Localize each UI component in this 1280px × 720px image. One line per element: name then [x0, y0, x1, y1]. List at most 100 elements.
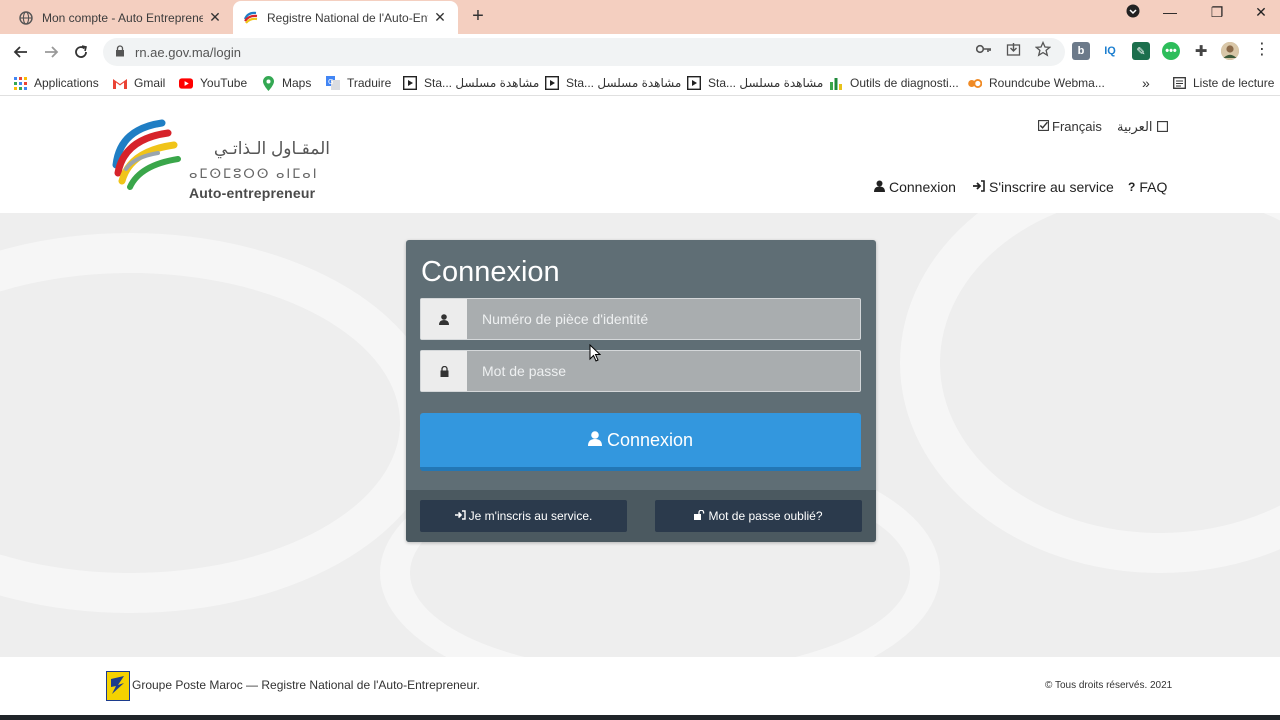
- bookmark-label: Applications: [34, 76, 99, 90]
- bookmark-youtube[interactable]: YouTube: [179, 74, 247, 92]
- background-swirl: [900, 213, 1280, 573]
- logo-latin-text: Auto-entrepreneur: [189, 185, 316, 201]
- film-icon: [545, 76, 559, 90]
- film-icon: [687, 76, 701, 90]
- more-bookmarks-button[interactable]: »: [1142, 74, 1150, 92]
- login-panel-footer: Je m'inscris au service. Mot de passe ou…: [406, 490, 876, 542]
- bookmark-gmail[interactable]: Gmail: [113, 74, 165, 92]
- site-header: المقـاول الـذاتـي ⴰⵎⵙⵎⵓⵔⵙ ⴰⵏⵎⴰⵏ Auto-ent…: [0, 97, 1280, 213]
- close-window-icon[interactable]: ✕: [1251, 4, 1271, 21]
- bookmark-maps[interactable]: Maps: [261, 74, 311, 92]
- bookmark-label: YouTube: [200, 76, 248, 90]
- bookmark-star-icon[interactable]: [1034, 40, 1052, 58]
- gmail-icon: [113, 76, 127, 90]
- youtube-icon: [179, 76, 193, 90]
- logo-arabic-text: المقـاول الـذاتـي: [213, 139, 330, 158]
- login-button[interactable]: Connexion: [420, 413, 861, 471]
- user-icon: [587, 430, 602, 450]
- roundcube-icon: [968, 76, 982, 90]
- taskbar-strip: [0, 715, 1280, 720]
- close-tab-icon[interactable]: ✕: [432, 9, 448, 26]
- tab-mon-compte[interactable]: Mon compte - Auto Entrepreneur ✕: [8, 1, 233, 34]
- address-bar[interactable]: rn.ae.gov.ma/login: [103, 38, 1065, 66]
- language-french[interactable]: Français: [1038, 119, 1102, 134]
- bookmark-applications[interactable]: Applications: [13, 74, 99, 92]
- password-field: [420, 350, 861, 392]
- bookmark-series-2[interactable]: Sta... مشاهدة مسلسل: [545, 74, 681, 92]
- tab-registre-national[interactable]: Registre National de l'Auto-Entrepreneur…: [233, 1, 458, 34]
- kebab-menu-icon[interactable]: ⋮: [1253, 40, 1271, 58]
- id-number-field: [420, 298, 861, 340]
- bookmark-label: Gmail: [134, 76, 166, 90]
- nav-login[interactable]: Connexion: [874, 179, 956, 195]
- copyright-text: © Tous droits réservés. 2021: [1045, 680, 1173, 691]
- unchecked-box-icon: [1156, 120, 1168, 135]
- mouse-cursor-icon: [589, 344, 601, 362]
- lock-icon: [115, 44, 127, 60]
- back-arrow-icon[interactable]: [9, 40, 33, 64]
- bookmarks-bar: Applications Gmail YouTube Maps G Tradui…: [0, 70, 1280, 96]
- nav-register-label: S'inscrire au service: [989, 179, 1114, 195]
- reload-icon[interactable]: [69, 40, 93, 64]
- logo-emblem-icon: [112, 119, 181, 190]
- lock-icon: [421, 351, 467, 391]
- bookmark-label: Sta... مشاهدة مسلسل: [566, 76, 682, 90]
- bookmark-label: Outils de diagnosti...: [850, 76, 959, 90]
- password-input[interactable]: [467, 351, 860, 391]
- url-text: rn.ae.gov.ma/login: [135, 44, 241, 60]
- register-button-label: Je m'inscris au service.: [468, 509, 593, 523]
- bookmark-series-3[interactable]: Sta... مشاهدة مسلسل: [687, 74, 823, 92]
- bookmark-roundcube[interactable]: Roundcube Webma...: [968, 74, 1105, 92]
- forgot-password-button[interactable]: Mot de passe oublié?: [655, 500, 862, 532]
- bookmark-label: Maps: [282, 76, 312, 90]
- login-title: Connexion: [421, 256, 560, 288]
- bookmark-outils-diagnostic[interactable]: Outils de diagnosti...: [829, 74, 959, 92]
- id-number-input[interactable]: [467, 299, 860, 339]
- avatar[interactable]: [1221, 42, 1239, 60]
- reading-list-icon: [1172, 76, 1186, 90]
- extension-b-icon[interactable]: b: [1072, 42, 1090, 60]
- extension-iq-icon[interactable]: IQ: [1101, 42, 1119, 60]
- bookmark-label: Roundcube Webma...: [989, 76, 1105, 90]
- language-label: Français: [1052, 119, 1102, 134]
- bar-chart-icon: [829, 76, 843, 90]
- bookmark-series-1[interactable]: Sta... مشاهدة مسلسل: [403, 74, 539, 92]
- background-swirl: [0, 233, 440, 613]
- new-tab-button[interactable]: +: [468, 6, 488, 26]
- extension-pen-icon[interactable]: ✎: [1132, 42, 1150, 60]
- logo-tifinagh-text: ⴰⵎⵙⵎⵓⵔⵙ ⴰⵏⵎⴰⵏ: [189, 166, 319, 181]
- question-icon: ?: [1128, 180, 1136, 194]
- browser-toolbar: rn.ae.gov.ma/login b IQ ✎ ••• ✚ ⋮: [0, 34, 1280, 70]
- bookmark-traduire[interactable]: G Traduire: [326, 74, 391, 92]
- login-panel: Connexion Connexion Je m'inscris au serv…: [406, 240, 876, 542]
- tab-title: Mon compte - Auto Entrepreneur: [42, 10, 203, 25]
- film-icon: [403, 76, 417, 90]
- register-button[interactable]: Je m'inscris au service.: [420, 500, 627, 532]
- minimize-icon[interactable]: —: [1160, 4, 1180, 20]
- restore-icon[interactable]: ❐: [1207, 4, 1227, 21]
- forward-arrow-icon[interactable]: [39, 40, 63, 64]
- site-footer: Groupe Poste Maroc — Registre National d…: [0, 657, 1280, 715]
- user-icon: [874, 180, 885, 195]
- install-app-icon[interactable]: [1004, 40, 1022, 58]
- reading-list-button[interactable]: Liste de lecture: [1172, 74, 1274, 92]
- extensions-puzzle-icon[interactable]: ✚: [1192, 42, 1210, 60]
- nav-faq[interactable]: ? FAQ: [1128, 179, 1167, 195]
- sign-in-icon: [973, 179, 985, 195]
- key-icon[interactable]: [975, 40, 993, 58]
- bookmark-label: Traduire: [347, 76, 392, 90]
- nav-login-label: Connexion: [889, 179, 956, 195]
- close-tab-icon[interactable]: ✕: [207, 9, 223, 26]
- nav-register[interactable]: S'inscrire au service: [973, 179, 1114, 195]
- svg-text:G: G: [328, 78, 333, 86]
- language-label: العربية: [1117, 119, 1153, 134]
- globe-icon: [18, 10, 34, 26]
- auto-entrepreneur-logo[interactable]: المقـاول الـذاتـي ⴰⵎⵙⵎⵓⵔⵙ ⴰⵏⵎⴰⵏ Auto-ent…: [110, 117, 330, 201]
- profile-menu-icon[interactable]: [1123, 4, 1143, 21]
- reading-list-label: Liste de lecture: [1193, 76, 1275, 90]
- extension-chat-icon[interactable]: •••: [1162, 42, 1180, 60]
- bookmark-label: Sta... مشاهدة مسلسل: [708, 76, 824, 90]
- checked-box-icon: [1038, 119, 1049, 134]
- language-arabic[interactable]: العربية: [1117, 119, 1168, 135]
- bookmark-label: Sta... مشاهدة مسلسل: [424, 76, 540, 90]
